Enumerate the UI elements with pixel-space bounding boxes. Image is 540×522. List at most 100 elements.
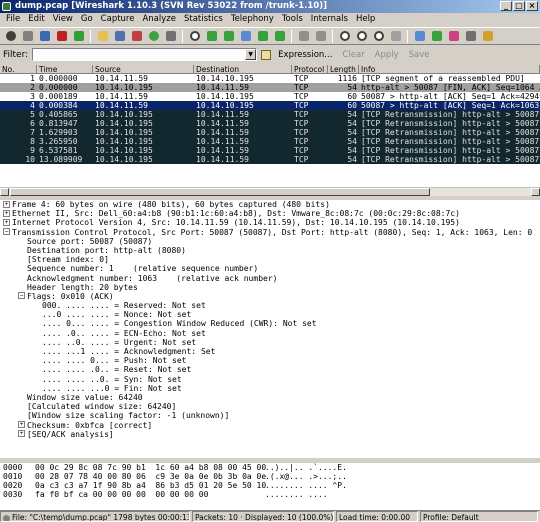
packet-row[interactable]: 4 0.000384 10.14.11.59 10.14.10.195 TCP 60 500… [0, 101, 540, 110]
packet-row[interactable]: 9 6.537581 10.14.10.195 10.14.11.59 TCP 54 [TC… [0, 146, 540, 155]
detail-tree-item[interactable]: .... .... 0... = Push: Not set [0, 356, 540, 365]
packet-row[interactable]: 5 0.405865 10.14.10.195 10.14.11.59 TCP 54 [TC… [0, 110, 540, 119]
packet-row[interactable]: 7 1.629903 10.14.10.195 10.14.11.59 TCP 54 [TC… [0, 128, 540, 137]
expert-info-icon[interactable] [3, 514, 10, 521]
help-button[interactable] [480, 29, 495, 43]
detail-tree-item[interactable]: .... 0... .... = Congestion Window Reduc… [0, 319, 540, 328]
column-header-source[interactable]: Source [93, 65, 194, 74]
column-header-time[interactable]: Time [37, 65, 93, 74]
column-header-info[interactable]: Info [359, 65, 540, 74]
packet-row[interactable]: 2 0.000000 10.14.10.195 10.14.11.59 TCP 54 htt… [0, 83, 540, 92]
detail-tree-item[interactable]: .... .... ..0. = Syn: Not set [0, 375, 540, 384]
detail-tree-item[interactable]: Source port: 50087 (50087) [0, 237, 540, 246]
stop-capture-button[interactable] [54, 29, 69, 43]
packet-row[interactable]: 3 0.000189 10.14.11.59 10.14.10.195 TCP 60 500… [0, 92, 540, 101]
hex-row[interactable]: 0020 0a c3 c3 a7 1f 90 8b a4 86 b3 d5 01 … [0, 481, 540, 490]
save-button[interactable] [112, 29, 127, 43]
go-to-packet-button[interactable] [238, 29, 253, 43]
detail-tree-item[interactable]: [Window size scaling factor: -1 (unknown… [0, 411, 540, 420]
expand-icon[interactable]: + [18, 430, 25, 438]
find-packet-button[interactable] [187, 29, 202, 43]
options-button[interactable] [20, 29, 35, 43]
expand-icon[interactable]: + [3, 209, 10, 217]
status-profile[interactable]: Profile: Default [420, 511, 538, 522]
detail-tree-item[interactable]: ...0 .... .... = Nonce: Not set [0, 310, 540, 319]
column-header-destination[interactable]: Destination [194, 65, 292, 74]
zoom-out-button[interactable] [354, 29, 369, 43]
menu-help[interactable]: Help [352, 13, 379, 26]
detail-tree-item[interactable]: Header length: 20 bytes [0, 283, 540, 292]
packet-row[interactable]: 6 0.813947 10.14.10.195 10.14.11.59 TCP 54 [TC… [0, 119, 540, 128]
zoom-normal-button[interactable] [371, 29, 386, 43]
menu-internals[interactable]: Internals [307, 13, 352, 26]
column-header-no[interactable]: No. [0, 65, 37, 74]
go-forward-button[interactable] [221, 29, 236, 43]
detail-tree-item[interactable]: Sequence number: 1 (relative sequence nu… [0, 264, 540, 273]
detail-tree-item[interactable]: + Ethernet II, Src: Dell_60:a4:b8 (90:b1:… [0, 209, 540, 218]
colorize-button[interactable] [296, 29, 311, 43]
detail-tree-item[interactable]: + [SEQ/ACK analysis] [0, 430, 540, 439]
packet-list-hscrollbar[interactable] [0, 187, 540, 196]
detail-tree-item[interactable]: − Transmission Control Protocol, Src Port… [0, 228, 540, 237]
maximize-button[interactable]: □ [513, 1, 525, 11]
resize-columns-button[interactable] [388, 29, 403, 43]
start-capture-button[interactable] [37, 29, 52, 43]
expand-icon[interactable]: + [18, 421, 25, 428]
capture-filters-button[interactable] [412, 29, 427, 43]
go-back-button[interactable] [204, 29, 219, 43]
last-packet-button[interactable] [272, 29, 287, 43]
column-header-protocol[interactable]: Protocol [292, 65, 328, 74]
menu-analyze[interactable]: Analyze [138, 13, 180, 26]
detail-tree-item[interactable]: .... ..0. .... = Urgent: Not set [0, 338, 540, 347]
autoscroll-button[interactable] [313, 29, 328, 43]
detail-tree-item[interactable]: + Frame 4: 60 bytes on wire (480 bits), 6… [0, 200, 540, 209]
preferences-button[interactable] [463, 29, 478, 43]
detail-tree-item[interactable]: .... .... .0.. = Reset: Not set [0, 365, 540, 374]
close-button[interactable]: × [526, 1, 538, 11]
column-header-length[interactable]: Length [328, 65, 359, 74]
detail-tree-item[interactable]: [Stream index: 0] [0, 255, 540, 264]
first-packet-button[interactable] [255, 29, 270, 43]
apply-button[interactable]: Apply [372, 50, 402, 60]
collapse-icon[interactable]: − [18, 292, 25, 300]
hex-row[interactable]: 0010 00 28 07 78 40 00 80 06 c9 3e 0a 0e … [0, 472, 540, 481]
collapse-icon[interactable]: − [3, 228, 10, 236]
save-filter-button[interactable]: Save [406, 50, 433, 60]
print-button[interactable] [163, 29, 178, 43]
menu-tools[interactable]: Tools [278, 13, 307, 26]
coloring-rules-button[interactable] [446, 29, 461, 43]
menu-view[interactable]: View [49, 13, 77, 26]
detail-tree-item[interactable]: + Internet Protocol Version 4, Src: 10.14… [0, 218, 540, 227]
detail-tree-item[interactable]: [Calculated window size: 64240] [0, 402, 540, 411]
menu-go[interactable]: Go [77, 13, 97, 26]
menu-statistics[interactable]: Statistics [180, 13, 227, 26]
detail-tree-item[interactable]: 000. .... .... = Reserved: Not set [0, 301, 540, 310]
packet-row[interactable]: 1 0.000000 10.14.11.59 10.14.10.195 TCP 1116 [… [0, 74, 540, 83]
expression-button[interactable]: Expression... [275, 50, 335, 60]
scroll-right-icon[interactable] [531, 188, 540, 196]
menu-edit[interactable]: Edit [24, 13, 48, 26]
display-filter-input[interactable]: ▼ [32, 48, 258, 61]
interfaces-button[interactable] [3, 29, 18, 43]
detail-tree-item[interactable]: .... ...1 .... = Acknowledgment: Set [0, 347, 540, 356]
filter-dropdown-icon[interactable]: ▼ [245, 49, 257, 60]
packet-row[interactable]: 10 13.089909 10.14.10.195 10.14.11.59 TCP 54 [… [0, 155, 540, 164]
detail-tree-item[interactable]: .... .... ...0 = Fin: Not set [0, 384, 540, 393]
clear-button[interactable]: Clear [339, 50, 367, 60]
menu-telephony[interactable]: Telephony [227, 13, 278, 26]
restart-capture-button[interactable] [71, 29, 86, 43]
display-filters-button[interactable] [429, 29, 444, 43]
menu-capture[interactable]: Capture [97, 13, 139, 26]
detail-tree-item[interactable]: − Flags: 0x010 (ACK) [0, 292, 540, 301]
expand-icon[interactable]: + [3, 218, 10, 226]
packet-row[interactable]: 8 3.265950 10.14.10.195 10.14.11.59 TCP 54 [TC… [0, 137, 540, 146]
detail-tree-item[interactable]: Acknowledgment number: 1063 (relative ac… [0, 274, 540, 283]
zoom-in-button[interactable] [337, 29, 352, 43]
open-button[interactable] [95, 29, 110, 43]
expand-icon[interactable]: + [3, 200, 10, 208]
minimize-button[interactable]: _ [500, 1, 512, 11]
detail-tree-item[interactable]: Window size value: 64240 [0, 393, 540, 402]
close-file-button[interactable] [129, 29, 144, 43]
detail-tree-item[interactable]: Destination port: http-alt (8080) [0, 246, 540, 255]
hex-row[interactable]: 0000 00 0c 29 8c 08 7c 90 b1 1c 60 a4 b8 … [0, 463, 540, 472]
